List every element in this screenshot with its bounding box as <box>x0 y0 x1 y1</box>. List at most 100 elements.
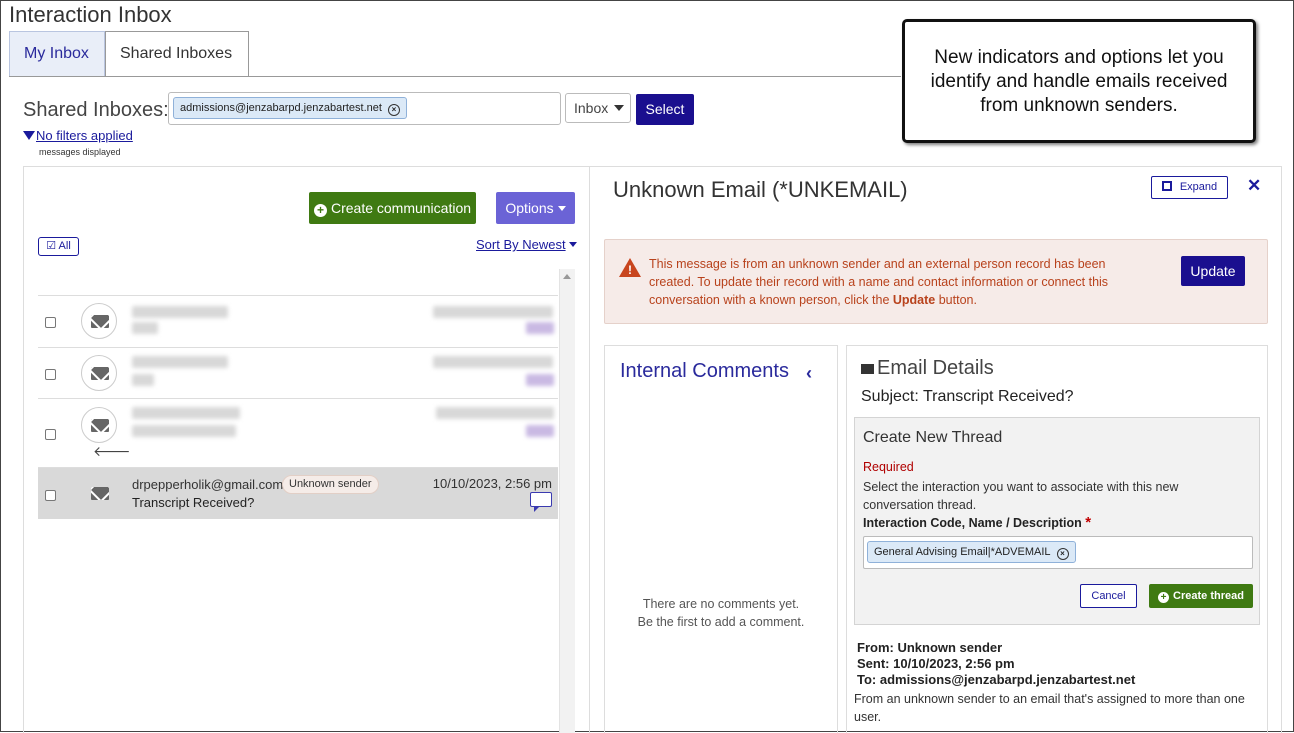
comment-icon <box>530 492 552 512</box>
filter-icon <box>23 131 35 140</box>
interaction-code-chip: General Advising Email|*ADVEMAIL × <box>867 541 1076 563</box>
select-button[interactable]: Select <box>636 94 694 125</box>
email-avatar <box>81 355 117 391</box>
redacted-text <box>526 374 554 386</box>
update-button[interactable]: Update <box>1181 256 1245 286</box>
email-body: From an unknown sender to an email that'… <box>854 692 1245 724</box>
redacted-text <box>132 425 236 437</box>
scroll-up-icon[interactable] <box>563 274 571 279</box>
row-checkbox[interactable] <box>45 317 56 328</box>
redacted-text <box>132 356 228 368</box>
comments-panel <box>604 345 838 733</box>
select-all-button[interactable]: ☑ All <box>38 237 79 256</box>
email-details-label: Email Details <box>877 357 994 379</box>
redacted-text <box>526 425 554 437</box>
create-communication-button[interactable]: + Create communication <box>309 192 476 224</box>
row-checkbox[interactable] <box>45 490 56 501</box>
redacted-text <box>132 306 228 318</box>
list-item-selected[interactable]: drpepperholik@gmail.com Unknown sender T… <box>38 467 558 519</box>
close-icon[interactable]: ✕ <box>1247 176 1261 196</box>
redacted-text <box>132 407 240 419</box>
envelope-icon <box>861 364 874 374</box>
folder-select[interactable]: Inbox <box>565 93 631 123</box>
empty-comments-line-1: There are no comments yet. <box>642 597 800 611</box>
inbox-chip: admissions@jenzabarpd.jenzabartest.net × <box>173 97 407 119</box>
create-thread-button[interactable]: + Create thread <box>1149 584 1253 608</box>
empty-comments-line-2: Be the first to add a comment. <box>637 615 805 629</box>
email-subject: Subject: Transcript Received? <box>861 388 1074 405</box>
email-to: To: admissions@jenzabarpd.jenzabartest.n… <box>857 672 1136 687</box>
tabs-divider <box>9 76 901 77</box>
chevron-left-icon[interactable]: ‹ <box>806 363 812 384</box>
redacted-text <box>132 322 158 334</box>
plus-circle-icon: + <box>1158 592 1170 603</box>
folder-select-value: Inbox <box>574 100 609 116</box>
alert-message: This message is from an unknown sender a… <box>649 255 1129 309</box>
required-asterisk: * <box>1085 514 1092 531</box>
create-communication-label: Create communication <box>330 200 472 216</box>
options-button[interactable]: Options <box>496 192 575 224</box>
detail-title: Unknown Email (*UNKEMAIL) <box>613 177 908 202</box>
empty-comments: There are no comments yet. Be the first … <box>604 595 838 631</box>
filters-link[interactable]: No filters applied <box>23 128 133 143</box>
email-details-title: Email Details <box>861 357 994 380</box>
unknown-sender-alert: ! This message is from an unknown sender… <box>604 239 1268 324</box>
caret-down-icon <box>557 206 566 211</box>
tab-shared-inboxes[interactable]: Shared Inboxes <box>105 31 249 77</box>
reply-arrow-icon: 🡐 <box>93 443 131 459</box>
interaction-code-label: Interaction Code, Name / Description * <box>863 514 1091 531</box>
email-sent: Sent: 10/10/2023, 2:56 pm <box>857 656 1015 671</box>
redacted-text <box>526 322 554 334</box>
list-item[interactable]: 🡐 <box>38 398 558 467</box>
create-thread-label: Create thread <box>1173 590 1244 602</box>
email-from: From: Unknown sender <box>857 640 1003 655</box>
sender-email: drpepperholik@gmail.com <box>132 477 284 492</box>
envelope-icon <box>91 419 109 432</box>
envelope-icon <box>91 367 109 380</box>
list-scrollbar[interactable] <box>559 269 575 733</box>
plus-circle-icon: + <box>313 204 327 217</box>
shared-inbox-input[interactable]: admissions@jenzabarpd.jenzabartest.net × <box>168 92 561 125</box>
callout-annotation: New indicators and options let you ident… <box>902 19 1256 143</box>
redacted-text <box>132 374 154 386</box>
row-checkbox[interactable] <box>45 369 56 380</box>
caret-down-icon <box>568 242 577 247</box>
alert-text-2: button. <box>935 293 977 307</box>
thread-description: Select the interaction you want to assoc… <box>863 480 1179 512</box>
inbox-chip-label: admissions@jenzabarpd.jenzabartest.net <box>180 102 382 114</box>
expand-label: Expand <box>1179 181 1218 193</box>
select-all-label: All <box>58 240 71 252</box>
list-item[interactable] <box>38 347 558 398</box>
remove-chip-icon[interactable]: × <box>387 104 400 116</box>
page-title: Interaction Inbox <box>9 2 172 27</box>
remove-chip-icon[interactable]: × <box>1056 548 1069 560</box>
alert-text-bold: Update <box>892 293 936 307</box>
checkbox-icon: ☑ <box>46 240 57 252</box>
interaction-code-label-text: Interaction Code, Name / Description <box>863 516 1082 530</box>
row-checkbox[interactable] <box>45 429 56 440</box>
sort-label: Sort By Newest <box>476 237 566 252</box>
unknown-sender-badge: Unknown sender <box>282 475 379 494</box>
redacted-text <box>433 306 553 318</box>
required-text: Required <box>863 460 914 474</box>
list-item[interactable] <box>38 295 558 347</box>
options-label: Options <box>505 200 554 216</box>
interaction-code-input[interactable]: General Advising Email|*ADVEMAIL × <box>863 536 1253 569</box>
envelope-icon <box>91 315 109 328</box>
date-text: 10/10/2023, 2:56 pm <box>432 476 552 491</box>
tab-my-inbox[interactable]: My Inbox <box>9 31 105 77</box>
redacted-text <box>433 356 553 368</box>
envelope-icon <box>91 487 109 500</box>
email-avatar <box>81 303 117 339</box>
subject-text: Transcript Received? <box>132 495 255 510</box>
create-thread-title: Create New Thread <box>863 429 1003 446</box>
alert-text-1: This message is from an unknown sender a… <box>649 257 1109 307</box>
interaction-code-chip-label: General Advising Email|*ADVEMAIL <box>874 546 1051 558</box>
shared-inboxes-label: Shared Inboxes: <box>23 99 169 121</box>
expand-button[interactable]: Expand <box>1151 176 1228 199</box>
expand-icon <box>1161 181 1172 191</box>
cancel-button[interactable]: Cancel <box>1080 584 1137 608</box>
filters-link-label: No filters applied <box>36 128 133 143</box>
warning-icon: ! <box>619 258 641 277</box>
sort-dropdown[interactable]: Sort By Newest <box>476 237 577 252</box>
